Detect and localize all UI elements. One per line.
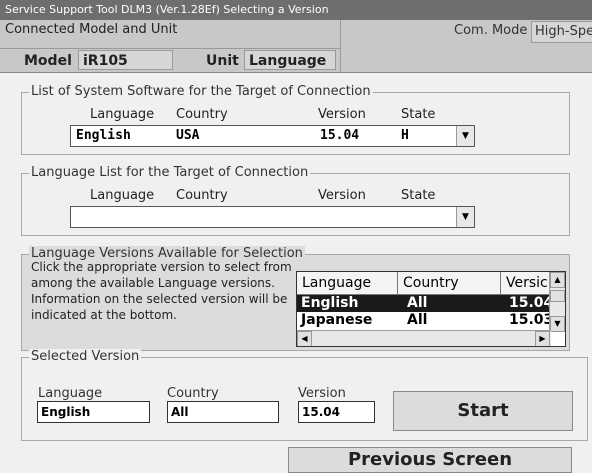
horizontal-scrollbar[interactable]: ◀ ▶ <box>297 330 551 346</box>
previous-screen-button[interactable]: Previous Screen <box>288 447 572 473</box>
language-list-group: Language List for the Target of Connecti… <box>21 165 570 236</box>
chevron-down-icon[interactable]: ▼ <box>456 126 474 146</box>
col-header-country: Country <box>176 107 228 122</box>
model-label: Model <box>24 53 72 69</box>
combo-state: H <box>401 128 409 143</box>
scroll-down-arrow-icon[interactable]: ▼ <box>550 316 565 332</box>
system-software-group: List of System Software for the Target o… <box>21 84 570 155</box>
com-mode-label: Com. Mode <box>454 23 528 38</box>
column-language[interactable]: Language <box>297 272 398 294</box>
instruction-text: Click the appropriate version to select … <box>31 260 292 322</box>
scroll-up-arrow-icon[interactable]: ▲ <box>550 272 565 288</box>
available-versions-group: Language Versions Available for Selectio… <box>21 246 570 351</box>
col-header-country: Country <box>176 188 228 203</box>
chevron-down-icon[interactable]: ▼ <box>456 207 474 227</box>
connection-info-bar: Connected Model and Unit Model iR105 Uni… <box>0 20 592 73</box>
column-country[interactable]: Country <box>398 272 501 294</box>
scroll-left-arrow-icon[interactable]: ◀ <box>297 331 312 346</box>
col-header-state: State <box>401 188 436 203</box>
window-title: Service Support Tool DLM3 (Ver.1.28Ef) S… <box>0 0 592 20</box>
listbox-header: Language Country Versic <box>297 272 551 295</box>
scroll-right-arrow-icon[interactable]: ▶ <box>535 331 550 346</box>
divider <box>0 48 340 49</box>
language-list-title: Language List for the Target of Connecti… <box>29 165 311 180</box>
country-field[interactable]: All <box>167 401 279 423</box>
combo-country: USA <box>176 128 200 143</box>
col-header-state: State <box>401 107 436 122</box>
com-mode-value: High-Spe <box>531 21 592 43</box>
divider <box>340 20 341 72</box>
scroll-thumb[interactable] <box>550 290 565 302</box>
unit-label: Unit <box>206 53 239 69</box>
vertical-scrollbar[interactable]: ▲ ▼ <box>549 272 565 332</box>
system-software-combo[interactable]: English USA 15.04 H ▼ <box>70 125 475 147</box>
system-software-title: List of System Software for the Target o… <box>29 84 373 99</box>
country-label: Country <box>167 386 219 401</box>
language-field[interactable]: English <box>37 401 150 423</box>
list-item[interactable]: English All 15.04 <box>297 295 553 312</box>
combo-version: 15.04 <box>320 128 360 143</box>
start-button[interactable]: Start <box>393 391 573 431</box>
selected-version-group: Selected Version Language English Countr… <box>21 349 588 441</box>
col-header-language: Language <box>90 107 155 122</box>
versions-listbox[interactable]: Language Country Versic English All 15.0… <box>296 271 566 347</box>
unit-value: Language <box>244 50 336 70</box>
version-label: Version <box>298 386 346 401</box>
col-header-version: Version <box>318 188 366 203</box>
language-label: Language <box>38 386 103 401</box>
connection-label: Connected Model and Unit <box>5 22 178 37</box>
combo-language: English <box>76 128 131 143</box>
model-value: iR105 <box>78 50 173 70</box>
language-list-combo[interactable]: ▼ <box>70 206 475 228</box>
col-header-version: Version <box>318 107 366 122</box>
list-item[interactable]: Japanese All 15.03 <box>297 312 551 328</box>
column-version[interactable]: Versic <box>501 272 551 294</box>
selected-version-title: Selected Version <box>29 349 142 364</box>
col-header-language: Language <box>90 188 155 203</box>
version-field[interactable]: 15.04 <box>298 401 375 423</box>
